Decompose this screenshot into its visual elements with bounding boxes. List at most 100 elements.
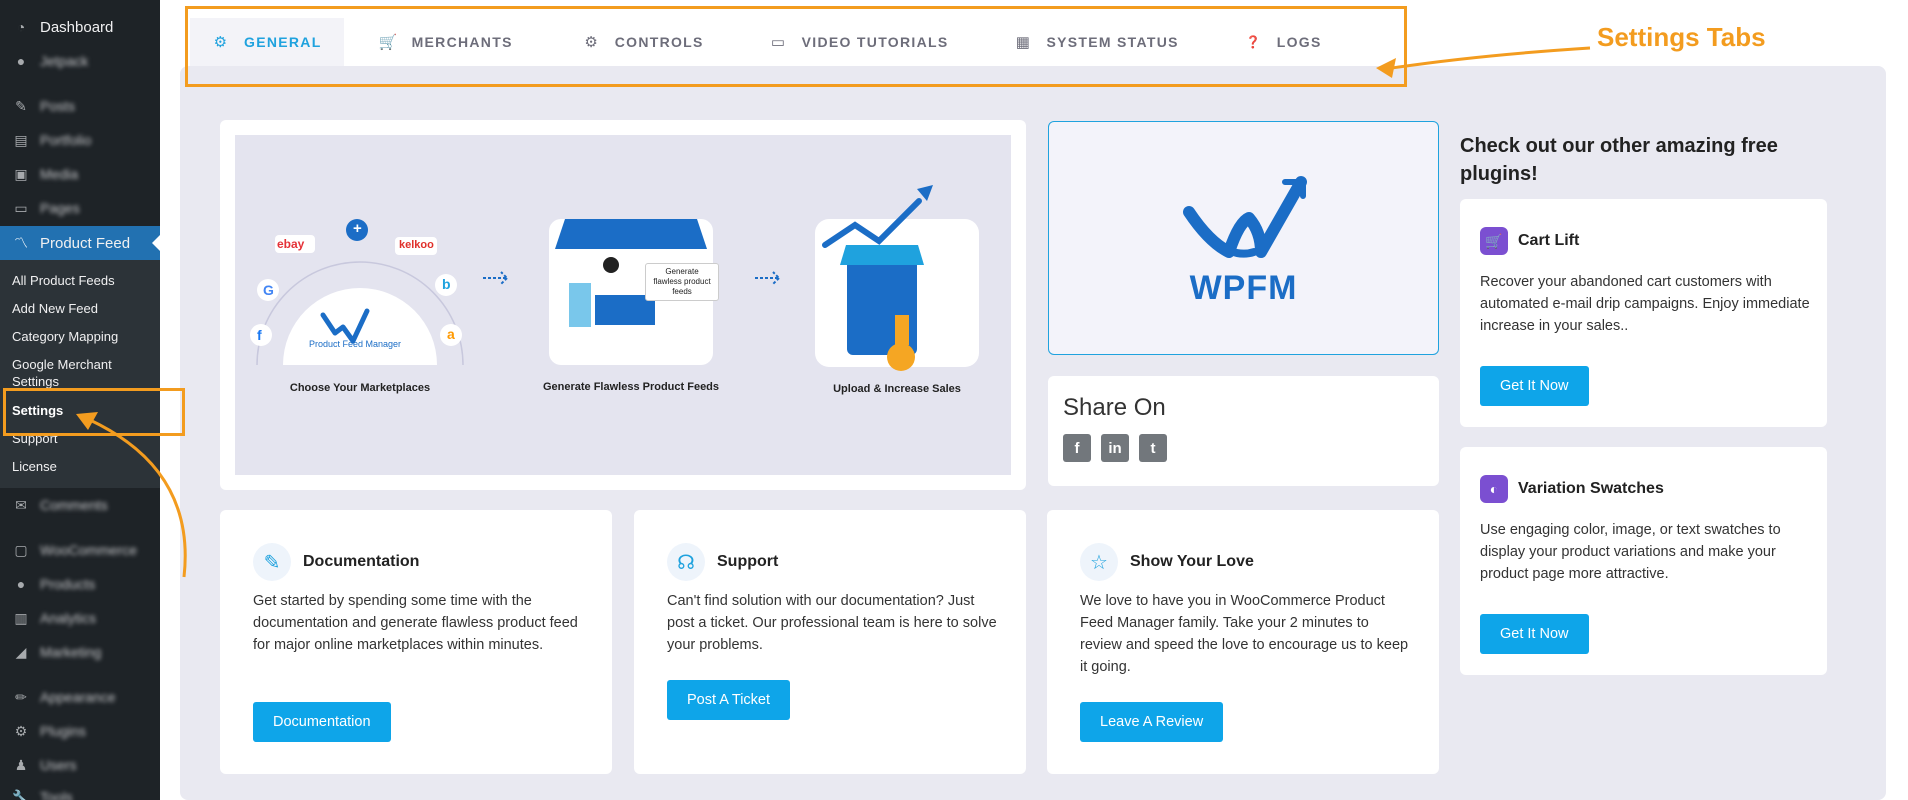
sidebar-item-label: Appearance <box>40 689 116 705</box>
plugins-icon: ⚙ <box>14 722 28 739</box>
dashboard-icon: ◔ <box>16 19 26 35</box>
woocommerce-icon: ▢ <box>14 541 28 558</box>
card-title: Cart Lift <box>1518 232 1580 249</box>
media-icon: ▣ <box>14 165 28 182</box>
sidebar-item-label: Product Feed <box>40 234 131 252</box>
amazon-icon: a <box>447 326 455 342</box>
twitter-icon[interactable]: t <box>1139 434 1167 462</box>
facebook-icon[interactable]: f <box>1063 434 1091 462</box>
documentation-card: ✎ Documentation Get started by spending … <box>220 510 612 774</box>
post-ticket-button[interactable]: Post A Ticket <box>667 680 791 720</box>
ebay-logo: ebay <box>277 237 305 251</box>
sidebar-item-label: Comments <box>40 497 108 513</box>
card-text: Can't find solution with our documentati… <box>667 593 997 653</box>
submenu-item-google-merchant-settings[interactable]: Google Merchant Settings <box>12 356 152 390</box>
tools-icon: 🔧 <box>12 788 30 800</box>
card-title: Show Your Love <box>1130 553 1254 570</box>
submenu-item-category-mapping[interactable]: Category Mapping <box>12 328 152 345</box>
page: ◔ Dashboard ● Jetpack ✎ Posts ▤ Portfoli… <box>0 0 1908 800</box>
sidebar-item-pages[interactable]: ▭ Pages <box>0 193 160 223</box>
users-icon: ♟ <box>14 756 28 773</box>
card-text: Get started by spending some time with t… <box>253 593 578 653</box>
sidebar-item-label: Users <box>40 757 77 773</box>
submenu-item-add-new-feed[interactable]: Add New Feed <box>12 300 152 317</box>
support-card: ☊ Support Can't find solution with our d… <box>634 510 1026 774</box>
sidebar-item-label: Tools <box>40 789 73 800</box>
analytics-icon: ▥ <box>14 609 28 626</box>
google-icon: G <box>263 282 274 298</box>
step-caption: Upload & Increase Sales <box>833 383 961 395</box>
card-header: ✎ Documentation <box>253 543 419 581</box>
sidebar-item-dashboard[interactable]: ◔ Dashboard <box>0 12 160 42</box>
document-icon: ✎ <box>253 543 291 581</box>
card-text: Use engaging color, image, or text swatc… <box>1480 522 1781 582</box>
share-icons: f in t <box>1063 434 1167 462</box>
show-love-card: ☆ Show Your Love We love to have you in … <box>1047 510 1439 774</box>
hero-illustration: Product Feed Manager ebay kelkoo G b f a… <box>235 135 1011 475</box>
sidebar-item-portfolio[interactable]: ▤ Portfolio <box>0 125 160 155</box>
linkedin-icon[interactable]: in <box>1101 434 1129 462</box>
wpfm-label: WPFM <box>1189 269 1298 307</box>
comments-icon: ✉ <box>15 496 27 513</box>
pin-icon: ✎ <box>15 97 27 114</box>
sidebar-item-label: Pages <box>40 200 80 216</box>
sidebar-item-plugins[interactable]: ⚙ Plugins <box>0 716 160 746</box>
card-header: ☊ Support <box>667 543 778 581</box>
pages-icon: ▭ <box>14 199 28 216</box>
sidebar-item-analytics[interactable]: ▥ Analytics <box>0 603 160 633</box>
appearance-icon: ✏ <box>15 688 27 705</box>
sidebar-item-comments[interactable]: ✉ Comments <box>0 490 160 520</box>
variation-swatches-card: ◐ Variation Swatches Use engaging color,… <box>1460 447 1827 675</box>
sidebar-item-label: WooCommerce <box>40 542 137 558</box>
tabs-highlight-box <box>185 6 1407 87</box>
step-caption: Choose Your Marketplaces <box>289 382 431 394</box>
hero-card: Product Feed Manager ebay kelkoo G b f a… <box>220 120 1026 490</box>
product-feed-icon: 〽 <box>14 235 28 251</box>
other-plugins-heading: Check out our other amazing free plugins… <box>1460 135 1778 185</box>
product-feed-submenu: All Product Feeds Add New Feed Category … <box>0 260 160 488</box>
star-icon: ☆ <box>1080 543 1118 581</box>
sidebar-item-label: Portfolio <box>40 132 92 148</box>
share-title: Share On <box>1063 394 1166 421</box>
sidebar-item-label: Marketing <box>40 644 102 660</box>
sidebar-item-marketing[interactable]: ◢ Marketing <box>0 637 160 667</box>
sidebar-item-media[interactable]: ▣ Media <box>0 159 160 189</box>
get-variation-swatches-button[interactable]: Get It Now <box>1480 614 1589 654</box>
card-header: ☆ Show Your Love <box>1080 543 1254 581</box>
sidebar-item-users[interactable]: ♟ Users <box>0 750 160 780</box>
add-icon: + <box>353 220 362 237</box>
hero-illustration-graphic <box>250 185 979 371</box>
sidebar-item-jetpack[interactable]: ● Jetpack <box>0 46 160 76</box>
documentation-button[interactable]: Documentation <box>253 702 391 742</box>
get-cart-lift-button[interactable]: Get It Now <box>1480 366 1589 406</box>
sidebar-item-posts[interactable]: ✎ Posts <box>0 91 160 121</box>
card-header: 🛒 Cart Lift <box>1480 227 1579 255</box>
portfolio-icon: ▤ <box>14 131 28 148</box>
sidebar-item-products[interactable]: ● Products <box>0 569 160 599</box>
submenu-item-license[interactable]: License <box>12 458 152 475</box>
sidebar-item-product-feed[interactable]: 〽 Product Feed <box>0 226 160 260</box>
headset-icon: ☊ <box>667 543 705 581</box>
sidebar-item-label: Plugins <box>40 723 86 739</box>
step-caption: Generate Flawless Product Feeds <box>542 381 720 393</box>
swatch-icon: ◐ <box>1480 475 1508 503</box>
sidebar-item-label: Posts <box>40 98 76 114</box>
facebook-icon: f <box>257 327 262 343</box>
leave-review-button[interactable]: Leave A Review <box>1080 702 1224 742</box>
share-card: Share On f in t <box>1048 376 1439 486</box>
wpfm-logo-mark <box>1183 176 1307 258</box>
sidebar-item-label: Products <box>40 576 96 592</box>
cart-icon: 🛒 <box>1480 227 1508 255</box>
jetpack-icon: ● <box>16 53 26 69</box>
submenu-item-all-feeds[interactable]: All Product Feeds <box>12 272 152 289</box>
sidebar-item-tools[interactable]: 🔧 Tools <box>0 782 160 800</box>
sidebar-item-label: Dashboard <box>40 18 114 36</box>
sidebar-item-appearance[interactable]: ✏ Appearance <box>0 682 160 712</box>
sidebar-item-woocommerce[interactable]: ▢ WooCommerce <box>0 535 160 565</box>
kelkoo-logo: kelkoo <box>399 239 434 251</box>
settings-highlight-box <box>3 388 185 436</box>
card-header: ◐ Variation Swatches <box>1480 475 1664 503</box>
logo-caption: Product Feed Manager <box>308 339 402 349</box>
marketing-icon: ◢ <box>15 643 27 660</box>
products-icon: ● <box>16 576 26 592</box>
